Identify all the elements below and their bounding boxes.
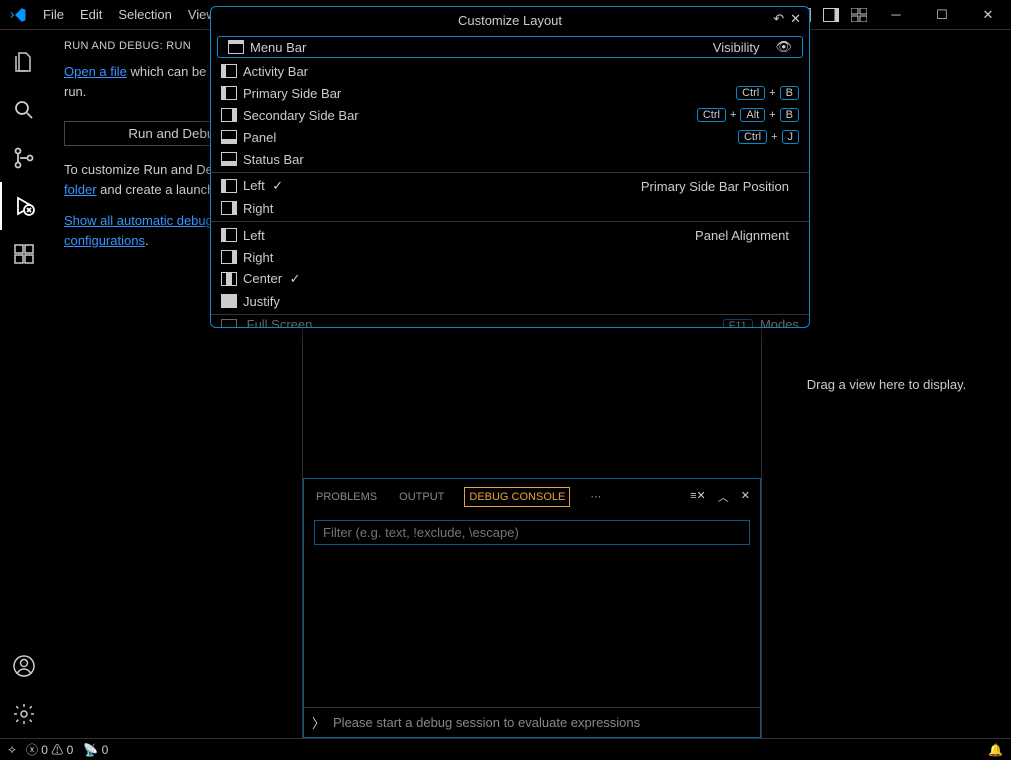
window-maximize-button[interactable]: ☐: [919, 0, 965, 30]
window-close-button[interactable]: ✕: [965, 0, 1011, 30]
secondary-sidebar-icon: [221, 108, 237, 122]
activity-explorer[interactable]: [0, 38, 48, 86]
vscode-logo: [0, 6, 35, 24]
popup-label: Center ✓: [243, 271, 799, 287]
toggle-panel-right-icon[interactable]: [817, 0, 845, 30]
popup-label: Menu Bar: [250, 40, 713, 55]
primary-sidebar-icon: [221, 86, 237, 100]
period: .: [145, 233, 149, 248]
check-icon: ✓: [269, 178, 284, 193]
activity-extensions[interactable]: [0, 230, 48, 278]
panel-close-icon[interactable]: ✕: [741, 489, 750, 505]
align-left-icon: [221, 228, 237, 242]
menu-selection[interactable]: Selection: [110, 7, 179, 22]
popup-row-position-left[interactable]: Left ✓ Primary Side Bar Position: [211, 175, 809, 197]
activity-bar: [0, 30, 48, 738]
activity-source-control[interactable]: [0, 134, 48, 182]
repl-chevron-icon: 〉: [312, 713, 325, 732]
popup-label: Right: [243, 250, 799, 265]
debug-console-repl[interactable]: 〉 Please start a debug session to evalua…: [304, 707, 760, 737]
popup-label: Primary Side Bar: [243, 86, 736, 101]
align-right-icon: [221, 250, 237, 264]
activity-accounts[interactable]: [0, 642, 48, 690]
popup-row-align-center[interactable]: Center ✓: [211, 268, 809, 290]
popup-cutoff-row: Full Screen F11 Modes: [211, 317, 809, 327]
repl-placeholder: Please start a debug session to evaluate…: [333, 715, 640, 730]
align-section-label: Panel Alignment: [695, 228, 799, 243]
panel-maximize-icon[interactable]: ︿: [718, 489, 729, 505]
popup-close-icon[interactable]: ✕: [790, 11, 801, 27]
popup-label: Secondary Side Bar: [243, 108, 697, 123]
popup-label: Justify: [243, 294, 799, 309]
bottom-panel: PROBLEMS OUTPUT DEBUG CONSOLE ⋯ ≡✕ ︿ ✕ 〉…: [303, 478, 761, 738]
status-ports[interactable]: 📡 0: [83, 743, 108, 757]
popup-row-menubar[interactable]: Menu Bar Visibility 👁: [217, 36, 803, 58]
popup-label: Activity Bar: [243, 64, 799, 79]
popup-row-primary-sidebar[interactable]: Primary Side Bar Ctrl+B: [211, 82, 809, 104]
popup-label: Panel: [243, 130, 738, 145]
popup-row-panel[interactable]: Panel Ctrl+J: [211, 126, 809, 148]
status-notifications-icon[interactable]: 🔔: [988, 743, 1003, 757]
tab-debug-console[interactable]: DEBUG CONSOLE: [464, 487, 570, 507]
popup-reset-icon[interactable]: ↶: [773, 11, 784, 27]
activity-search[interactable]: [0, 86, 48, 134]
menubar-icon: [228, 40, 244, 54]
menu-file[interactable]: File: [35, 7, 72, 22]
open-file-link[interactable]: Open a file: [64, 64, 127, 79]
menu-bar: File Edit Selection View: [35, 7, 224, 22]
popup-label: Right: [243, 201, 799, 216]
clear-console-icon[interactable]: ≡✕: [690, 489, 706, 505]
popup-row-statusbar[interactable]: Status Bar: [211, 148, 809, 170]
left-icon: [221, 179, 237, 193]
popup-title: Customize Layout ↶ ✕: [211, 7, 809, 34]
popup-row-align-left[interactable]: Left Panel Alignment: [211, 224, 809, 246]
position-section-label: Primary Side Bar Position: [641, 179, 799, 194]
activity-settings[interactable]: [0, 690, 48, 738]
panel-tabs: PROBLEMS OUTPUT DEBUG CONSOLE ⋯ ≡✕ ︿ ✕: [304, 479, 760, 514]
window-minimize-button[interactable]: ─: [873, 0, 919, 30]
tab-output[interactable]: OUTPUT: [397, 487, 446, 507]
popup-label: Left ✓: [243, 178, 641, 194]
debug-console-body: [304, 514, 760, 707]
popup-row-position-right[interactable]: Right: [211, 197, 809, 219]
status-problems[interactable]: ⓧ 0 ⚠ 0: [26, 741, 73, 758]
panel-icon: [221, 130, 237, 144]
popup-row-activitybar[interactable]: Activity Bar: [211, 60, 809, 82]
popup-row-secondary-sidebar[interactable]: Secondary Side Bar Ctrl+Alt+B: [211, 104, 809, 126]
drop-hint: Drag a view here to display.: [807, 377, 966, 392]
debug-console-filter-input[interactable]: [314, 520, 750, 545]
status-bar: ⟡ ⓧ 0 ⚠ 0 📡 0 🔔: [0, 738, 1011, 760]
menu-edit[interactable]: Edit: [72, 7, 110, 22]
popup-label: Status Bar: [243, 152, 799, 167]
panel-overflow-icon[interactable]: ⋯: [588, 486, 603, 507]
popup-row-align-right[interactable]: Right: [211, 246, 809, 268]
right-icon: [221, 201, 237, 215]
customize-layout-popup: Customize Layout ↶ ✕ Menu Bar Visibility…: [210, 6, 810, 328]
eye-icon: 👁: [775, 39, 792, 55]
align-justify-icon: [221, 294, 237, 308]
show-all-link[interactable]: Show all automatic debug configurations: [64, 213, 213, 248]
activity-run-debug[interactable]: [0, 182, 48, 230]
activitybar-icon: [221, 64, 237, 78]
popup-row-align-justify[interactable]: Justify: [211, 290, 809, 312]
tab-problems[interactable]: PROBLEMS: [314, 487, 379, 507]
remote-indicator[interactable]: ⟡: [8, 742, 16, 757]
popup-label: Left: [243, 228, 695, 243]
visibility-section-label: Visibility: [713, 40, 770, 55]
statusbar-icon: [221, 152, 237, 166]
align-center-icon: [221, 272, 237, 286]
check-icon: ✓: [286, 271, 301, 286]
customize-layout-icon[interactable]: [845, 0, 873, 30]
